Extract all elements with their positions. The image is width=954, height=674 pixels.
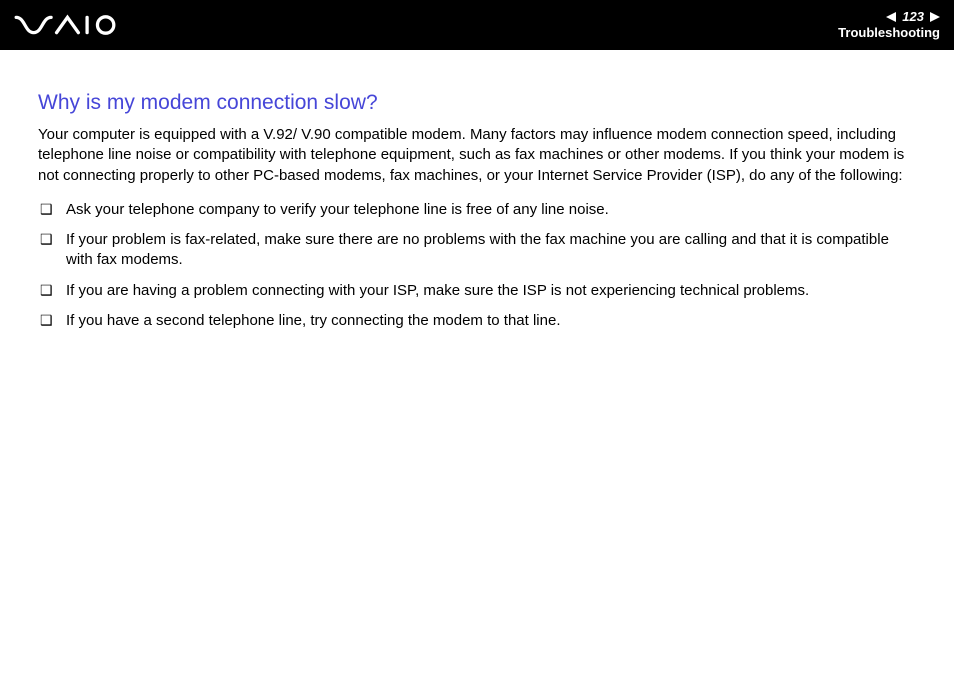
list-item: If your problem is fax-related, make sur… [38, 230, 916, 271]
next-page-icon[interactable] [930, 12, 940, 22]
prev-page-icon[interactable] [886, 12, 896, 22]
section-name: Troubleshooting [838, 25, 940, 40]
page-nav: 123 [838, 10, 940, 23]
list-item: If you have a second telephone line, try… [38, 311, 916, 331]
page-header: 123 Troubleshooting [0, 0, 954, 50]
list-item: If you are having a problem connecting w… [38, 281, 916, 301]
header-right: 123 Troubleshooting [838, 10, 940, 40]
intro-paragraph: Your computer is equipped with a V.92/ V… [38, 125, 916, 186]
vaio-logo-icon [14, 13, 134, 37]
list-item: Ask your telephone company to verify you… [38, 200, 916, 220]
bullet-list: Ask your telephone company to verify you… [38, 200, 916, 331]
page-content: Why is my modem connection slow? Your co… [0, 50, 954, 331]
article-title: Why is my modem connection slow? [38, 90, 916, 115]
page-number: 123 [902, 10, 924, 23]
